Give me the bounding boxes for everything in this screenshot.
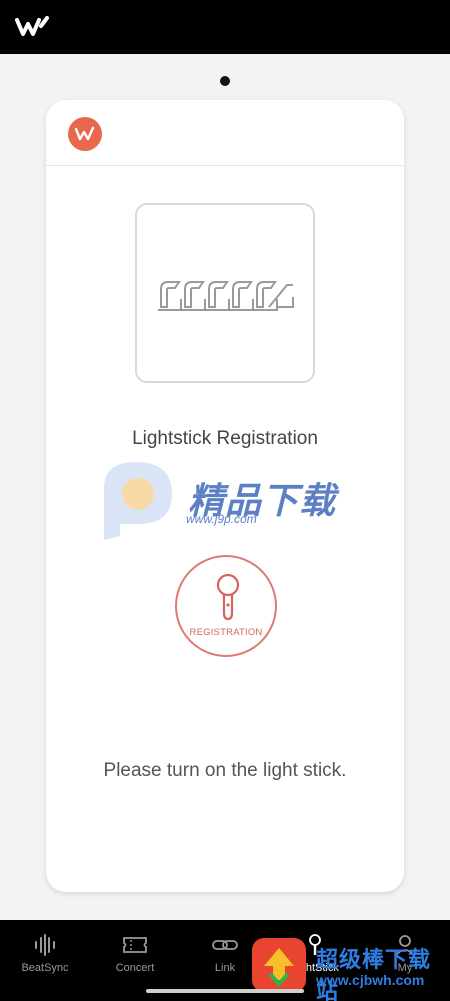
nav-item-concert[interactable]: Concert bbox=[100, 934, 170, 984]
brand-crown-icon bbox=[68, 117, 102, 151]
overlay-watermark-url: www.cjbwh.com bbox=[316, 972, 425, 988]
home-indicator[interactable] bbox=[146, 989, 304, 993]
lightstick-row-icon bbox=[158, 281, 294, 311]
ticket-icon bbox=[123, 937, 147, 953]
lightstick-icon bbox=[216, 573, 240, 621]
card-header bbox=[46, 100, 404, 166]
nav-label-beatsync: BeatSync bbox=[21, 962, 69, 974]
registration-title: Lightstick Registration bbox=[132, 428, 318, 449]
page-indicator-dot bbox=[220, 76, 230, 86]
top-bar bbox=[0, 0, 450, 54]
lightstick-image-frame bbox=[135, 203, 315, 383]
nav-label-concert: Concert bbox=[115, 962, 155, 974]
registration-button[interactable]: REGISTRATION bbox=[175, 555, 277, 657]
overlay-watermark-logo-icon bbox=[252, 938, 306, 992]
instruction-text: Please turn on the light stick. bbox=[103, 760, 347, 781]
link-icon bbox=[212, 940, 238, 950]
lightstick-card: Lightstick Registration REGISTRATION Ple… bbox=[46, 100, 404, 892]
nav-item-beatsync[interactable]: BeatSync bbox=[10, 934, 80, 984]
waveform-icon bbox=[35, 934, 55, 956]
registration-label: REGISTRATION bbox=[189, 627, 263, 638]
weverse-w-logo-icon[interactable] bbox=[14, 14, 52, 40]
nav-label-link: Link bbox=[214, 962, 236, 974]
